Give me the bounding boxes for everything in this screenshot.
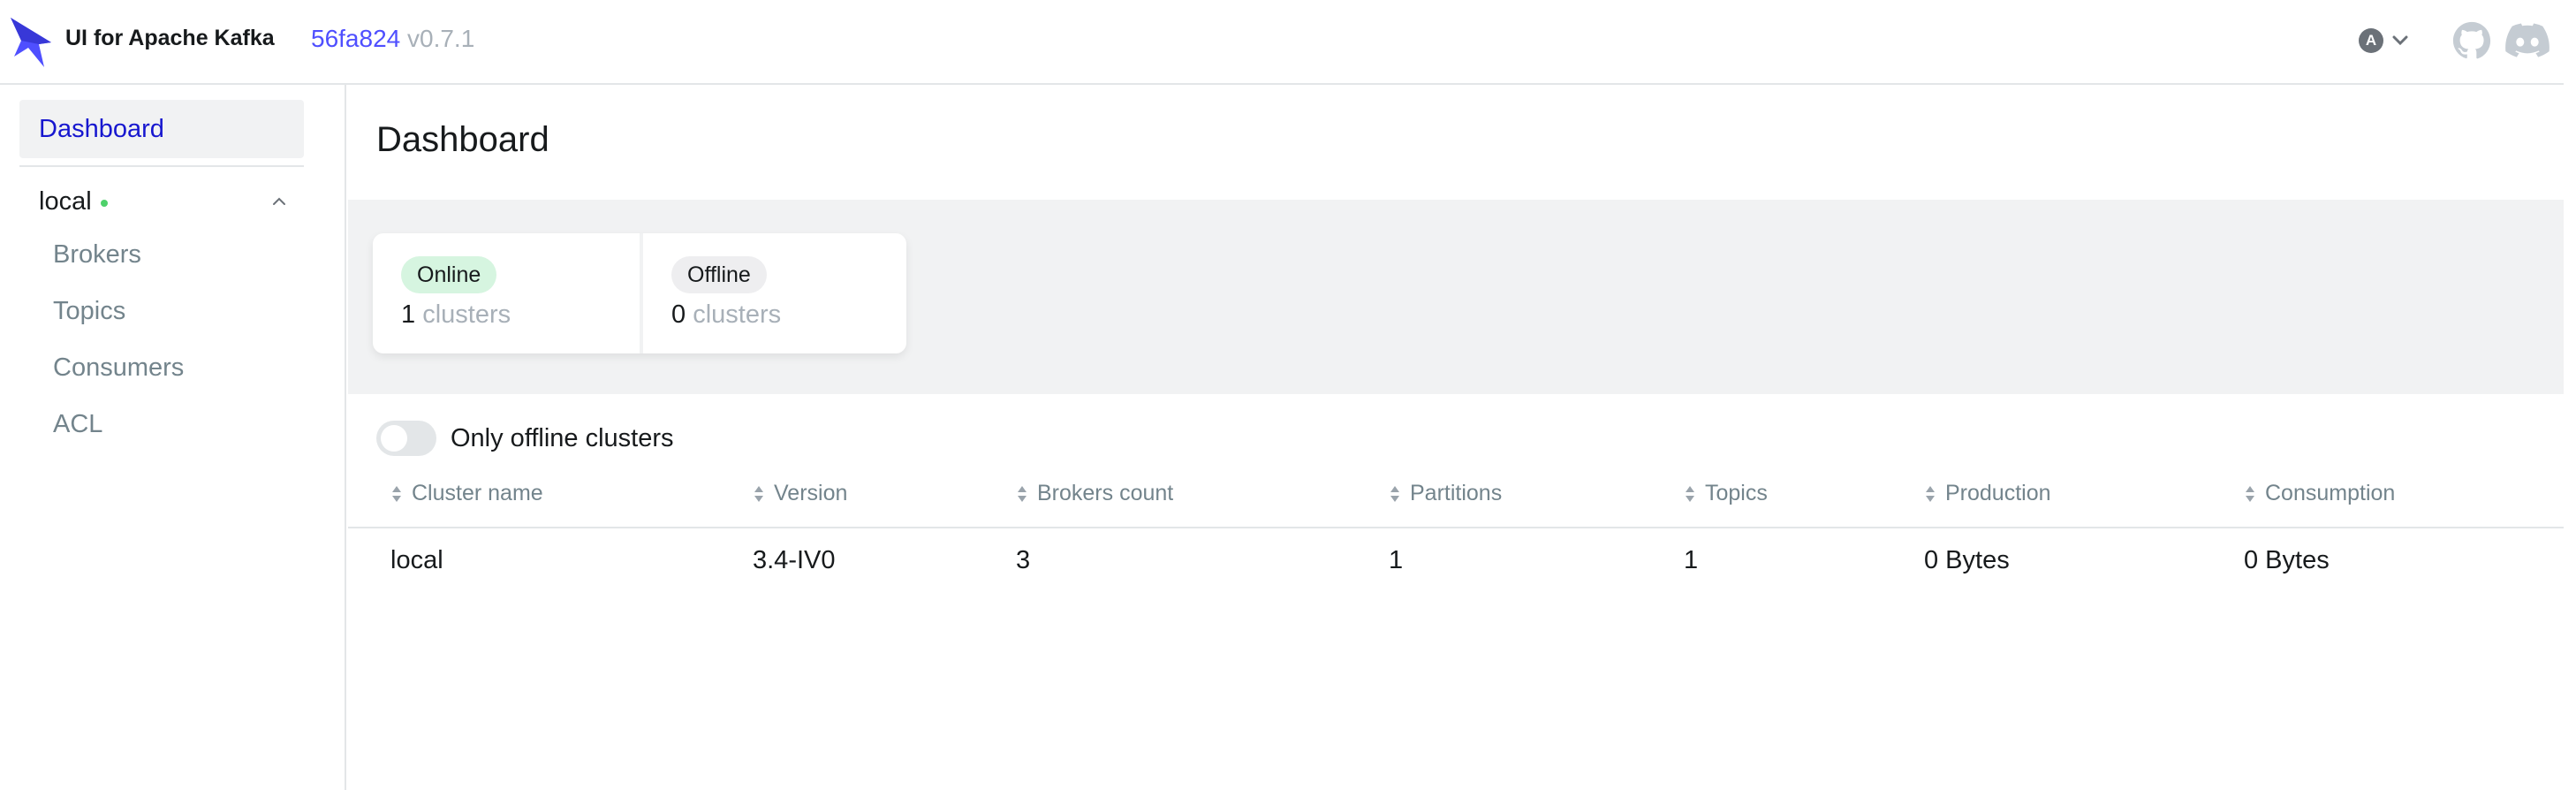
sidebar-cluster-local[interactable]: local xyxy=(19,177,304,226)
column-label: Cluster name xyxy=(412,481,543,505)
cluster-name: local xyxy=(39,186,92,216)
metrics-card: Online 1 clusters Offline 0 clusters xyxy=(373,233,906,353)
column-label: Topics xyxy=(1705,481,1768,505)
metric-unit: clusters xyxy=(422,300,511,329)
cell-cluster-name[interactable]: local xyxy=(390,546,443,575)
sidebar: Dashboard local Brokers Topics Consumers… xyxy=(0,85,346,790)
sort-icon xyxy=(754,485,763,502)
sidebar-item-acl[interactable]: ACL xyxy=(53,410,102,439)
sidebar-item-dashboard[interactable]: Dashboard xyxy=(19,100,304,158)
sort-icon xyxy=(1686,485,1694,502)
sidebar-item-topics[interactable]: Topics xyxy=(53,297,125,326)
column-header-production[interactable]: Production xyxy=(1924,481,2051,506)
column-label: Brokers count xyxy=(1037,481,1174,505)
column-label: Consumption xyxy=(2265,481,2396,505)
discord-icon[interactable] xyxy=(2505,21,2549,60)
toggle-switch[interactable] xyxy=(376,421,436,456)
cell-consumption: 0 Bytes xyxy=(2244,546,2330,574)
table-row[interactable]: local 3.4-IV0 3 1 1 0 Bytes 0 Bytes xyxy=(348,528,2564,592)
metric-value: 0 clusters xyxy=(671,300,781,330)
version-tag: v0.7.1 xyxy=(407,25,475,52)
sort-icon xyxy=(2246,485,2254,502)
metric-value: 1 clusters xyxy=(401,300,511,330)
cell-version: 3.4-IV0 xyxy=(753,546,836,574)
sort-icon xyxy=(1926,485,1935,502)
column-label: Version xyxy=(774,481,848,505)
offline-filter-toggle[interactable]: Only offline clusters xyxy=(376,421,674,456)
table-header: Cluster name Version Brokers count Parti… xyxy=(348,465,2564,528)
metric-unit: clusters xyxy=(693,300,782,329)
sidebar-divider xyxy=(19,165,304,167)
cell-brokers-count: 3 xyxy=(1016,546,1031,574)
column-header-partitions[interactable]: Partitions xyxy=(1389,481,1502,506)
column-label: Partitions xyxy=(1410,481,1503,505)
user-menu[interactable]: A xyxy=(2359,25,2408,57)
metrics-band: Online 1 clusters Offline 0 clusters xyxy=(348,200,2564,394)
sort-icon xyxy=(1390,485,1399,502)
cell-production: 0 Bytes xyxy=(1924,546,2010,574)
sort-icon xyxy=(392,485,401,502)
sidebar-item-consumers[interactable]: Consumers xyxy=(53,353,184,383)
user-avatar: A xyxy=(2359,28,2383,53)
column-header-consumption[interactable]: Consumption xyxy=(2244,481,2395,506)
chevron-down-icon xyxy=(2392,35,2408,46)
metric-online: Online 1 clusters xyxy=(373,233,640,353)
toggle-label: Only offline clusters xyxy=(451,423,674,452)
metric-number: 1 xyxy=(401,300,416,329)
cluster-status-dot xyxy=(100,200,108,207)
metric-offline: Offline 0 clusters xyxy=(640,233,906,353)
column-header-topics[interactable]: Topics xyxy=(1684,481,1768,506)
cell-topics: 1 xyxy=(1684,546,1699,574)
sort-icon xyxy=(1018,485,1027,502)
chevron-up-icon[interactable] xyxy=(270,193,288,210)
cell-partitions: 1 xyxy=(1389,546,1404,574)
kafka-logo[interactable] xyxy=(9,16,53,69)
page-title: Dashboard xyxy=(376,120,549,159)
status-badge-online: Online xyxy=(401,256,497,293)
sidebar-item-label: Dashboard xyxy=(39,114,164,143)
column-header-cluster-name[interactable]: Cluster name xyxy=(390,481,543,506)
commit-link[interactable]: 56fa824 xyxy=(311,25,400,52)
column-label: Production xyxy=(1945,481,2051,505)
app-title[interactable]: UI for Apache Kafka xyxy=(65,26,275,51)
column-header-brokers-count[interactable]: Brokers count xyxy=(1016,481,1173,506)
clusters-table: Cluster name Version Brokers count Parti… xyxy=(348,465,2564,592)
status-badge-offline: Offline xyxy=(671,256,767,293)
version-info: 56fa824 v0.7.1 xyxy=(311,25,474,53)
github-icon[interactable] xyxy=(2452,21,2491,60)
main-content: Dashboard Online 1 clusters Offline 0 cl… xyxy=(348,85,2564,790)
toggle-knob xyxy=(381,425,407,452)
metric-number: 0 xyxy=(671,300,686,329)
sidebar-item-brokers[interactable]: Brokers xyxy=(53,240,141,270)
column-header-version[interactable]: Version xyxy=(753,481,847,506)
top-navbar: UI for Apache Kafka 56fa824 v0.7.1 A xyxy=(0,0,2564,85)
